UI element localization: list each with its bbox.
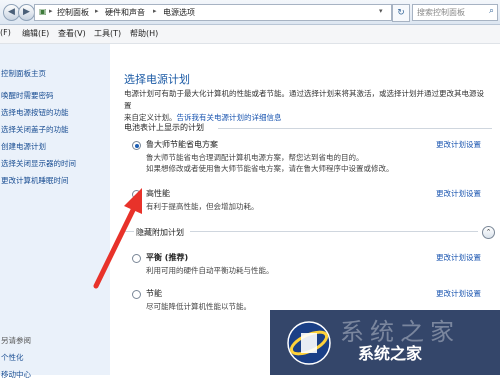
watermark-logo-icon	[287, 321, 331, 365]
watermark: 系统之家 系统之家	[270, 310, 500, 375]
watermark-small-text: 系统之家	[358, 344, 423, 363]
